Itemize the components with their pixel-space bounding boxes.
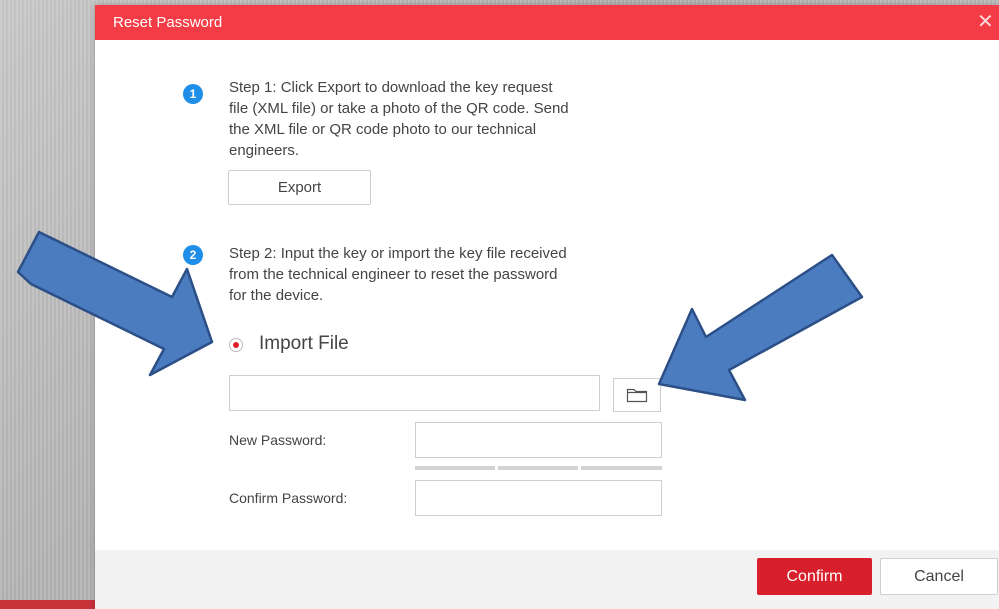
- reset-password-dialog: Reset Password ✕ 1 Step 1: Click Export …: [95, 5, 999, 609]
- step-2-instructions: Step 2: Input the key or import the key …: [229, 243, 567, 306]
- confirm-button[interactable]: Confirm: [757, 558, 872, 595]
- password-strength-segment: [581, 466, 662, 470]
- dialog-titlebar: Reset Password ✕: [95, 5, 999, 40]
- dialog-title: Reset Password: [113, 14, 223, 31]
- browse-file-button[interactable]: [613, 378, 661, 412]
- password-strength-segment: [498, 466, 578, 470]
- step-2-line: for the device.: [229, 287, 324, 304]
- background-accent: [0, 600, 95, 609]
- step-1-line: Step 1: Click Export to download the key…: [229, 79, 553, 96]
- new-password-label: New Password:: [229, 432, 327, 448]
- step-1-instructions: Step 1: Click Export to download the key…: [229, 77, 569, 161]
- confirm-password-label: Confirm Password:: [229, 490, 348, 506]
- new-password-input[interactable]: [415, 422, 662, 458]
- step-2-line: Step 2: Input the key or import the key …: [229, 245, 567, 262]
- confirm-password-input[interactable]: [415, 480, 662, 516]
- radio-selected-dot: [233, 342, 239, 348]
- step-1-line: engineers.: [229, 142, 300, 159]
- import-file-label[interactable]: Import File: [259, 333, 349, 355]
- step-2-badge-icon: 2: [183, 245, 203, 265]
- close-icon[interactable]: ✕: [977, 10, 999, 34]
- step-1-line: file (XML file) or take a photo of the Q…: [229, 100, 569, 117]
- step-2-line: from the technical engineer to reset the…: [229, 266, 558, 283]
- export-button[interactable]: Export: [228, 170, 371, 205]
- password-strength-segment: [415, 466, 495, 470]
- step-1-badge-icon: 1: [183, 84, 203, 104]
- import-file-path-input[interactable]: [229, 375, 600, 411]
- import-file-radio[interactable]: [229, 338, 243, 352]
- folder-icon: [626, 388, 648, 403]
- cancel-button[interactable]: Cancel: [880, 558, 998, 595]
- step-1-line: the XML file or QR code photo to our tec…: [229, 121, 537, 138]
